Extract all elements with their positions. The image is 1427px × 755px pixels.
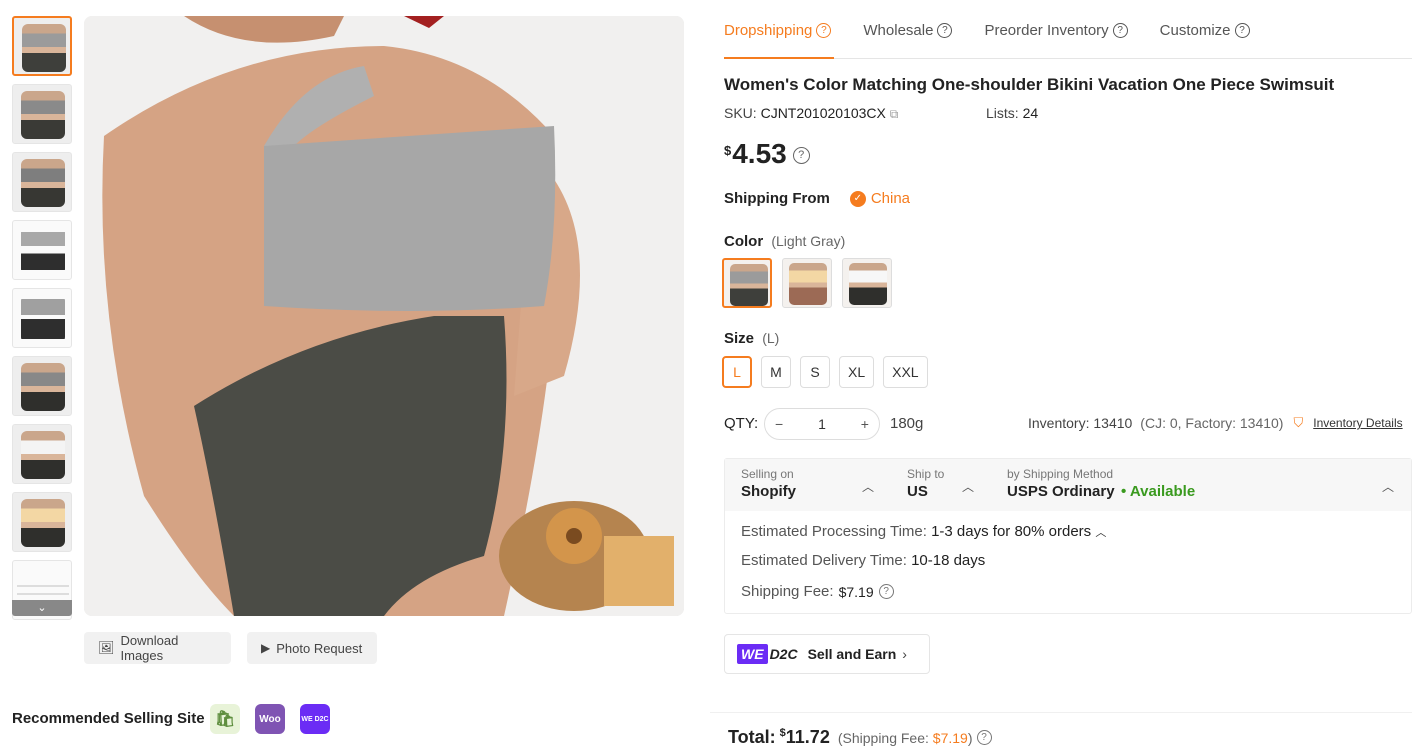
sku-value: CJNT201020103CX <box>760 105 886 121</box>
thumbnail-8[interactable] <box>12 492 72 552</box>
tab-dropshipping[interactable]: Dropshipping? <box>724 18 832 42</box>
thumbnail-3[interactable] <box>12 152 72 212</box>
warehouse-shield-icon: ⛉ <box>1293 415 1304 430</box>
qty-input[interactable]: 1 <box>818 416 826 432</box>
color-swatch-2[interactable] <box>782 258 832 308</box>
processing-time-row: Estimated Processing Time: 1-3 days for … <box>741 523 1107 540</box>
tab-preorder-inventory[interactable]: Preorder Inventory? <box>984 18 1128 42</box>
color-swatch-light-gray[interactable] <box>722 258 772 308</box>
weight: 180g <box>890 415 924 432</box>
thumbnail-scroll-down-icon[interactable]: ⌄ <box>12 600 72 616</box>
recommended-selling-site-label: Recommended Selling Site <box>12 710 205 727</box>
check-icon: ✓ <box>849 190 866 207</box>
size-options: L M S XL XXL <box>722 356 928 388</box>
chevron-up-icon[interactable]: ︿ <box>1382 478 1394 495</box>
help-icon: ? <box>937 22 953 38</box>
download-images-button[interactable]: 🖼 Download Images <box>84 632 231 664</box>
help-icon: ? <box>1112 22 1128 38</box>
shipping-method-selector[interactable]: by Shipping Method USPS Ordinary • Avail… <box>1007 467 1195 501</box>
we-d2c-logo: WE <box>737 644 768 664</box>
qty-label: QTY: <box>724 415 759 432</box>
active-tab-indicator <box>724 57 834 59</box>
quantity-stepper: − 1 + <box>764 408 880 440</box>
help-icon: ? <box>1234 22 1250 38</box>
product-title: Women's Color Matching One-shoulder Biki… <box>724 75 1335 94</box>
size-option-xxl[interactable]: XXL <box>883 356 928 388</box>
lists-count: Lists: 24 <box>986 105 1039 121</box>
delivery-time-row: Estimated Delivery Time: 10-18 days <box>741 552 986 569</box>
product-price: $ 4.53 ? <box>724 138 810 170</box>
inventory-details-link[interactable]: Inventory Details <box>1313 416 1402 430</box>
thumbnail-1[interactable] <box>12 16 72 76</box>
thumbnail-2[interactable] <box>12 84 72 144</box>
we-d2c-sell-and-earn-button[interactable]: WE D2C Sell and Earn › <box>724 634 930 674</box>
thumbnail-5[interactable] <box>12 288 72 348</box>
order-total: Total: $11.72 (Shipping Fee: $7.19) ? <box>728 727 992 748</box>
shipping-from-china[interactable]: ✓ China <box>849 190 910 207</box>
size-option-xl[interactable]: XL <box>839 356 875 388</box>
copy-icon[interactable]: ⧉ <box>890 107 899 121</box>
tab-customize[interactable]: Customize? <box>1160 18 1250 42</box>
chevron-right-icon: › <box>902 646 907 662</box>
we-d2c-icon[interactable]: WE D2C <box>300 704 330 734</box>
inventory-row: Inventory: 13410 (CJ: 0, Factory: 13410)… <box>1028 415 1403 431</box>
qty-increase-button[interactable]: + <box>861 416 869 432</box>
photo-request-button[interactable]: ▶ Photo Request <box>247 632 377 664</box>
size-option-m[interactable]: M <box>761 356 791 388</box>
download-images-label: Download Images <box>120 633 179 663</box>
tab-wholesale[interactable]: Wholesale? <box>863 18 953 42</box>
thumbnail-4[interactable] <box>12 220 72 280</box>
shipping-from-row: Shipping From ✓ China <box>724 190 911 207</box>
photo-request-label: Photo Request <box>276 640 363 656</box>
ship-to-selector[interactable]: Ship to US <box>907 467 944 500</box>
woocommerce-icon[interactable]: Woo <box>255 704 285 734</box>
selling-on-selector[interactable]: Selling on Shopify <box>741 467 796 500</box>
shipping-fee-help-icon[interactable]: ? <box>878 584 894 599</box>
total-divider <box>710 712 1412 713</box>
thumbnail-6[interactable] <box>12 356 72 416</box>
chevron-up-icon[interactable]: ︿ <box>862 478 874 495</box>
color-swatch-3[interactable] <box>842 258 892 308</box>
purchase-tabs: Dropshipping? Wholesale? Preorder Invent… <box>724 18 1250 42</box>
main-product-image <box>84 16 684 616</box>
size-option-s[interactable]: S <box>800 356 830 388</box>
color-label-row: Color (Light Gray) <box>724 233 846 250</box>
video-icon: ▶ <box>261 641 271 655</box>
size-label-row: Size (L) <box>724 330 780 347</box>
thumbnail-list <box>12 16 72 628</box>
shopify-icon[interactable]: 🛍 <box>210 704 240 734</box>
download-images-icon: 🖼 <box>98 640 115 655</box>
help-icon: ? <box>816 22 832 38</box>
sku-row: SKU: CJNT201020103CX ⧉ <box>724 105 899 121</box>
chevron-up-icon[interactable]: ︿ <box>962 478 974 495</box>
color-swatches <box>722 258 892 308</box>
chevron-up-icon[interactable]: ︿ <box>1095 527 1106 539</box>
size-option-l[interactable]: L <box>722 356 752 388</box>
availability-status: • Available <box>1121 483 1196 500</box>
price-help-icon[interactable]: ? <box>792 147 810 164</box>
shipping-fee-row: Shipping Fee: $7.19 ? <box>741 583 894 600</box>
thumbnail-7[interactable] <box>12 424 72 484</box>
total-help-icon[interactable]: ? <box>976 730 992 745</box>
qty-decrease-button[interactable]: − <box>775 416 783 432</box>
